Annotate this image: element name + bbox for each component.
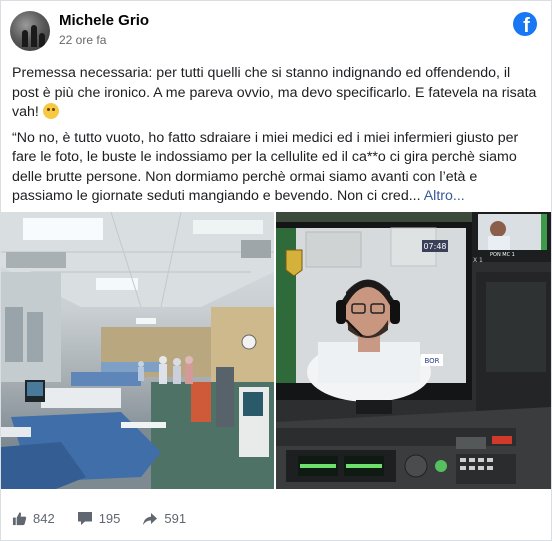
see-more-link[interactable]: Altro... [424,188,465,204]
post-timestamp[interactable]: 22 ore fa [59,32,149,48]
photo-grid: 07:48 BOR PON MC 1 X 1 [1,212,551,489]
comment-bubble-icon [77,512,92,525]
comments-stat[interactable]: 195 [77,511,121,526]
video-call-photo[interactable]: 07:48 BOR PON MC 1 X 1 [276,212,551,489]
inset-label: PON MC 1 [490,252,515,258]
author-name[interactable]: Michele Grio [59,12,149,30]
share-arrow-icon [143,512,158,525]
avatar[interactable] [10,11,50,51]
shares-count: 591 [164,511,187,526]
post-paragraph-1-text: Premessa necessaria: per tutti quelli ch… [12,65,537,120]
likes-count: 842 [33,511,55,526]
screen-logo-label: BOR [424,357,439,365]
post-stats: 842 195 591 [12,511,208,526]
icu-ward-photo[interactable] [1,212,274,489]
post-header: Michele Grio 22 ore fa [10,11,149,51]
thumbs-up-icon [12,512,27,526]
shares-stat[interactable]: 591 [142,511,186,526]
icu-ward-illustration [1,212,274,489]
post-text: Premessa necessaria: per tutti quelli ch… [12,64,540,207]
facebook-post-card: Michele Grio 22 ore fa f Premessa necess… [0,0,552,541]
author-block: Michele Grio 22 ore fa [59,12,149,48]
facebook-logo-icon: f [513,12,537,36]
screen-time-label: 07:48 [423,242,446,251]
likes-stat[interactable]: 842 [12,511,55,526]
video-call-illustration: 07:48 BOR PON MC 1 X 1 [276,212,551,489]
post-paragraph-1: Premessa necessaria: per tutti quelli ch… [12,64,540,123]
post-paragraph-2: “No no, è tutto vuoto, ho fatto sdraiare… [12,129,540,207]
side-label: X 1 [473,257,483,264]
smiling-emoji-icon [42,103,59,119]
comments-count: 195 [98,511,121,526]
